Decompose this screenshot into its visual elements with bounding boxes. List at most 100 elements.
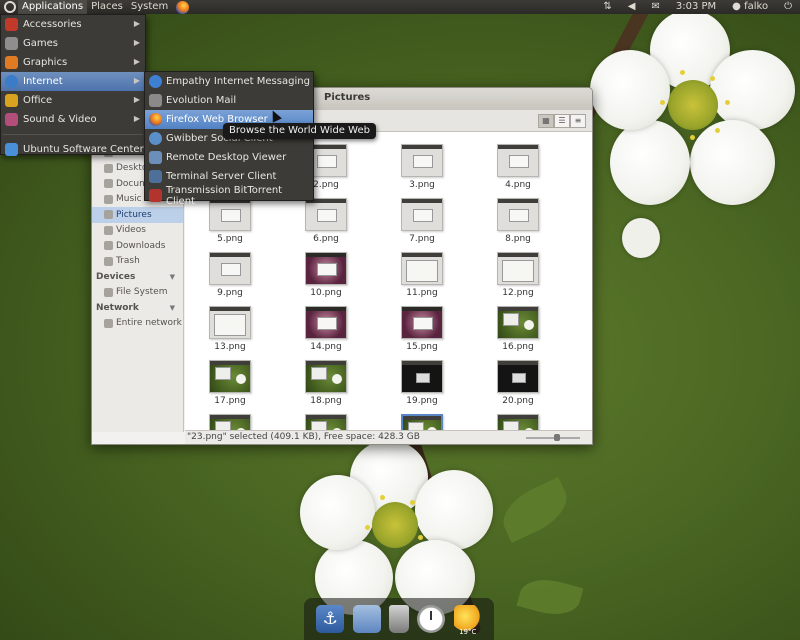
thumbnail-window — [413, 209, 433, 222]
menu-item-terminal-server[interactable]: Terminal Server Client — [145, 167, 313, 186]
menu-item-sound-video[interactable]: Sound & Video ▶ — [1, 110, 145, 129]
file-item[interactable]: 16.png — [497, 306, 592, 360]
power-icon[interactable]: ⏻ — [784, 0, 792, 14]
file-name: 3.png — [409, 180, 435, 190]
file-item[interactable]: 17.png — [209, 360, 305, 414]
envelope-icon[interactable]: ✉ — [651, 0, 659, 14]
menu-item-graphics[interactable]: Graphics ▶ — [1, 53, 145, 72]
weather-icon[interactable]: 19°C — [453, 605, 482, 636]
file-item[interactable]: 15.png — [401, 306, 497, 360]
file-item[interactable]: 11.png — [401, 252, 497, 306]
empathy-icon — [149, 75, 162, 88]
thumbnail-panel — [402, 253, 442, 257]
firefox-launcher-icon[interactable] — [176, 0, 190, 14]
file-item[interactable]: 18.png — [305, 360, 401, 414]
menu-item-accessories[interactable]: Accessories ▶ — [1, 15, 145, 34]
thumbnail-window — [214, 314, 246, 336]
file-item[interactable]: 20.png — [497, 360, 592, 414]
file-item[interactable]: 3.png — [401, 144, 497, 198]
compact-view-button[interactable]: ≡ — [570, 114, 586, 128]
sidebar-heading-network[interactable]: Network ▼ — [92, 300, 183, 316]
thumbnail-panel — [403, 416, 441, 420]
file-thumbnail — [305, 360, 347, 393]
sidebar-heading-devices[interactable]: Devices ▼ — [92, 269, 183, 285]
menu-item-games[interactable]: Games ▶ — [1, 34, 145, 53]
thumbnail-panel — [402, 361, 442, 365]
menu-places[interactable]: Places — [87, 0, 127, 14]
file-item[interactable]: 12.png — [497, 252, 592, 306]
thumbnail-panel — [498, 199, 538, 203]
menu-item-internet[interactable]: Internet ▶ — [1, 72, 145, 91]
file-item[interactable]: 4.png — [497, 144, 592, 198]
anchor-icon[interactable]: ⚓ — [316, 605, 345, 633]
menu-item-transmission[interactable]: Transmission BitTorrent Client — [145, 185, 313, 207]
file-item[interactable]: 8.png — [497, 198, 592, 252]
file-item[interactable]: 10.png — [305, 252, 401, 306]
thumbnail-panel — [306, 307, 346, 311]
ubuntu-logo-icon[interactable] — [4, 1, 16, 13]
thumbnail-flower — [236, 374, 246, 384]
network-arrows-icon[interactable]: ⇅ — [603, 0, 611, 14]
file-item[interactable]: 13.png — [209, 306, 305, 360]
file-name: 4.png — [505, 180, 531, 190]
menu-item-remote-desktop[interactable]: Remote Desktop Viewer — [145, 148, 313, 167]
sidebar-item-videos[interactable]: Videos — [92, 223, 183, 239]
thumbnail-window — [215, 367, 231, 380]
thumbnail-window — [406, 260, 438, 282]
file-item[interactable]: 19.png — [401, 360, 497, 414]
file-item[interactable]: 14.png — [305, 306, 401, 360]
zoom-slider-knob[interactable] — [554, 434, 560, 441]
file-item[interactable]: 6.png — [305, 198, 401, 252]
zoom-slider[interactable] — [526, 434, 580, 441]
file-item[interactable]: 7.png — [401, 198, 497, 252]
thumbnail-window — [311, 367, 327, 380]
wallpaper-leaf — [494, 477, 576, 543]
icon-view-button[interactable]: ▦ — [538, 114, 554, 128]
sidebar-item-entire-network[interactable]: Entire network — [92, 316, 183, 332]
file-thumbnail — [401, 306, 443, 339]
user-menu[interactable]: ● falko — [732, 0, 768, 14]
file-name: 20.png — [502, 396, 534, 406]
speaker-icon[interactable]: ◀ — [628, 0, 636, 14]
sidebar-item-trash[interactable]: Trash — [92, 254, 183, 270]
folder-icon[interactable] — [352, 605, 381, 633]
network-icon — [104, 318, 113, 328]
thumbnail-panel — [306, 415, 346, 419]
thumbnail-panel — [402, 307, 442, 311]
applications-menu: Accessories ▶ Games ▶ Graphics ▶ Internet ▶ … — [0, 14, 146, 156]
videos-icon — [104, 225, 113, 235]
evolution-icon — [149, 94, 162, 107]
file-item[interactable]: 9.png — [209, 252, 305, 306]
file-name: 13.png — [214, 342, 246, 352]
sidebar-item-file-system[interactable]: File System — [92, 285, 183, 301]
thumbnail-window — [317, 155, 337, 168]
menu-item-evolution[interactable]: Evolution Mail — [145, 91, 313, 110]
sidebar-item-pictures[interactable]: Pictures — [92, 207, 183, 223]
file-name: 8.png — [505, 234, 531, 244]
wallpaper-leaf — [516, 572, 584, 622]
clock[interactable]: 3:03 PM — [676, 0, 716, 14]
thumbnail-panel — [306, 361, 346, 365]
file-thumbnail — [305, 306, 347, 339]
sidebar-item-downloads[interactable]: Downloads — [92, 238, 183, 254]
desktop-icon — [104, 163, 113, 173]
submenu-arrow-icon: ▶ — [133, 19, 140, 28]
menu-item-empathy[interactable]: Empathy Internet Messaging — [145, 72, 313, 91]
list-view-button[interactable]: ☰ — [554, 114, 570, 128]
thumbnail-window — [413, 155, 433, 168]
menu-applications[interactable]: Applications — [18, 0, 88, 14]
menu-system[interactable]: System — [127, 0, 172, 14]
file-item[interactable]: 2.png — [305, 144, 401, 198]
thumbnail-panel — [210, 415, 250, 419]
downloads-icon — [104, 241, 113, 251]
thumbnail-window — [317, 209, 337, 222]
thumbnail-window — [503, 313, 519, 326]
file-name: 19.png — [406, 396, 438, 406]
clock-icon[interactable] — [417, 605, 446, 633]
menu-item-office[interactable]: Office ▶ — [1, 91, 145, 110]
graphics-icon — [5, 56, 18, 69]
trash-icon[interactable] — [388, 605, 409, 633]
file-name: 11.png — [406, 288, 438, 298]
menu-item-software-center[interactable]: Ubuntu Software Center — [1, 140, 145, 159]
file-thumbnail — [497, 198, 539, 231]
